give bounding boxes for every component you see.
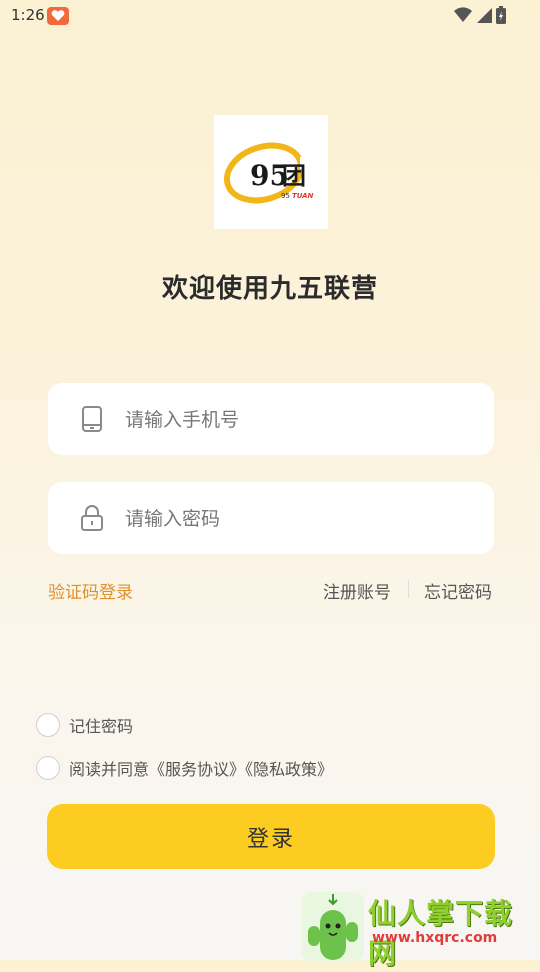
signal-icon xyxy=(477,8,492,23)
status-time: 1:26 xyxy=(11,6,45,24)
forgot-password-link[interactable]: 忘记密码 xyxy=(424,578,492,603)
remember-password-label: 记住密码 xyxy=(69,717,134,736)
logo-sub-number: 95 xyxy=(281,192,290,200)
agreement-checkbox[interactable] xyxy=(36,756,60,780)
battery-icon xyxy=(496,6,506,24)
watermark: 仙人掌下载网 www.hxqrc.com xyxy=(300,890,540,970)
phone-field-container xyxy=(48,383,494,455)
password-field-container xyxy=(48,482,494,554)
password-input[interactable] xyxy=(123,498,467,540)
remember-password-checkbox[interactable] xyxy=(36,713,60,737)
page-title: 欢迎使用九五联营 xyxy=(161,274,378,304)
cactus-icon xyxy=(302,892,364,962)
lock-icon xyxy=(81,505,103,531)
app-notification-icon xyxy=(47,7,69,25)
agreement-label[interactable]: 阅读并同意《服务协议》《隐私政策》 xyxy=(69,756,333,780)
status-bar: 1:26 xyxy=(0,0,540,32)
register-link[interactable]: 注册账号 xyxy=(323,578,391,603)
app-logo: 95 团 95 TUAN xyxy=(214,115,328,229)
code-login-link[interactable]: 验证码登录 xyxy=(48,578,133,603)
login-button[interactable]: 登录 xyxy=(47,804,495,869)
status-indicators xyxy=(454,6,506,24)
agreement-row[interactable]: 阅读并同意《服务协议》《隐私政策》 xyxy=(36,756,333,780)
phone-input[interactable] xyxy=(123,399,467,441)
logo-mark: 95 团 95 TUAN xyxy=(223,142,320,204)
logo-character: 团 xyxy=(282,162,306,190)
remember-password-row[interactable]: 记住密码 xyxy=(36,713,133,737)
watermark-url: www.hxqrc.com xyxy=(372,930,498,946)
logo-sub-text: TUAN xyxy=(292,192,314,200)
wifi-icon xyxy=(454,7,472,23)
phone-icon xyxy=(82,406,102,432)
link-divider xyxy=(408,580,409,598)
